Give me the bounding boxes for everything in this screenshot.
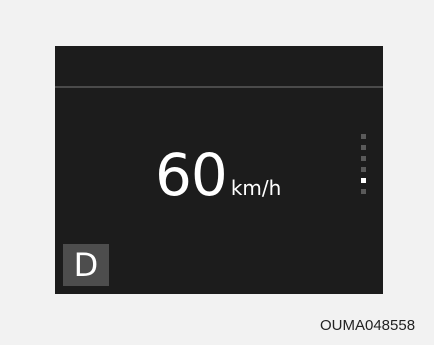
speed-value: 60 [155, 141, 228, 209]
level-indicator [361, 134, 367, 204]
gear-indicator: D [63, 244, 109, 286]
reference-code: OUMA048558 [320, 317, 416, 334]
speed-unit: km/h [230, 176, 282, 200]
level-segment [361, 145, 366, 150]
cluster-display: 60 km/h D [55, 46, 383, 294]
level-segment [361, 178, 366, 183]
level-segment [361, 156, 366, 161]
level-segment [361, 167, 366, 172]
level-segment [361, 189, 366, 194]
level-segment [361, 134, 366, 139]
top-divider [55, 86, 383, 88]
speed-readout: 60 km/h [155, 146, 281, 204]
